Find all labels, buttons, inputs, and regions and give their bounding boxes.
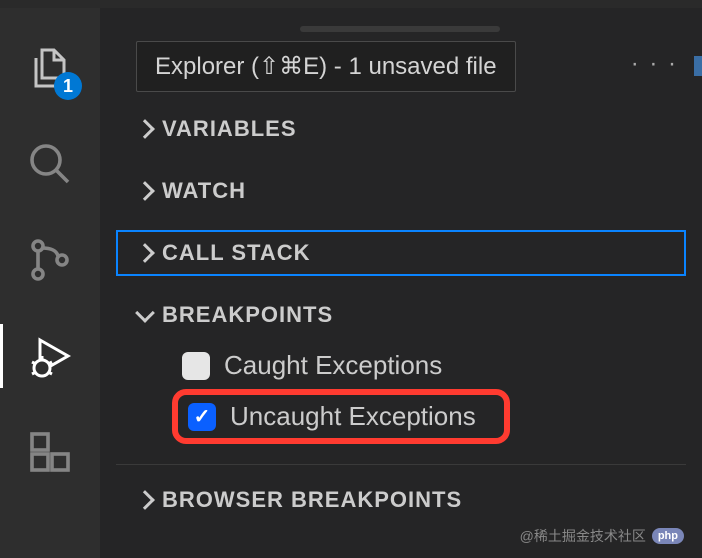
section-browser-breakpoints[interactable]: BROWSER BREAKPOINTS (116, 469, 686, 531)
breakpoint-caught-exceptions[interactable]: Caught Exceptions (116, 342, 686, 389)
checkbox-checked-icon[interactable]: ✓ (188, 403, 216, 431)
activity-extensions[interactable] (0, 420, 100, 484)
more-actions-icon[interactable]: · · · (631, 50, 678, 78)
section-title: BROWSER BREAKPOINTS (162, 487, 462, 513)
breakpoint-label: Uncaught Exceptions (230, 401, 476, 432)
explorer-badge: 1 (54, 72, 82, 100)
chevron-right-icon (135, 243, 155, 263)
section-breakpoints-header[interactable]: BREAKPOINTS (116, 292, 686, 338)
editor-peek (694, 56, 702, 76)
activity-source-control[interactable] (0, 228, 100, 292)
activity-explorer[interactable]: 1 (0, 36, 100, 100)
section-call-stack[interactable]: CALL STACK (116, 222, 686, 284)
php-logo-icon: php (652, 528, 684, 544)
section-title: WATCH (162, 178, 246, 204)
section-watch[interactable]: WATCH (116, 160, 686, 222)
section-title: VARIABLES (162, 116, 297, 142)
debug-sidebar: Explorer (⇧⌘E) - 1 unsaved file · · · VA… (100, 8, 702, 558)
section-title: BREAKPOINTS (162, 302, 333, 328)
explorer-tooltip: Explorer (⇧⌘E) - 1 unsaved file (136, 41, 516, 92)
tab-area (300, 26, 500, 32)
breakpoint-uncaught-exceptions[interactable]: ✓ Uncaught Exceptions (188, 399, 476, 434)
chevron-right-icon (135, 119, 155, 139)
divider (116, 464, 686, 465)
activity-debug[interactable] (0, 324, 100, 388)
chevron-down-icon (135, 303, 155, 323)
chevron-right-icon (135, 181, 155, 201)
section-variables[interactable]: VARIABLES (116, 98, 686, 160)
highlight-annotation: ✓ Uncaught Exceptions (172, 389, 510, 444)
checkbox-unchecked-icon[interactable] (182, 352, 210, 380)
activity-bar: 1 (0, 8, 100, 558)
section-breakpoints: BREAKPOINTS Caught Exceptions ✓ Uncaught… (116, 284, 686, 460)
breakpoint-label: Caught Exceptions (224, 350, 442, 381)
section-title: CALL STACK (162, 240, 311, 266)
watermark: @稀土掘金技术社区 php (520, 526, 684, 546)
chevron-right-icon (135, 490, 155, 510)
activity-search[interactable] (0, 132, 100, 196)
